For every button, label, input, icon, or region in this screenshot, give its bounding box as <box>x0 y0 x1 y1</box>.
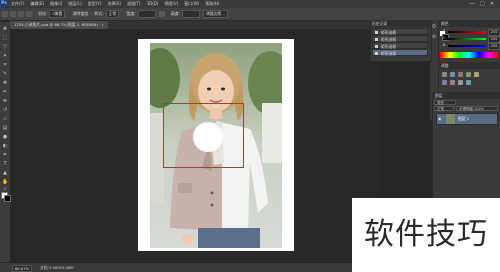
tools-panel: ✥ ⬚ ➰ ✦ ⌗ ✎ ✚ ✏ ⎈ ↺ ▱ ▤ ● ◐ ✒ T ▲ ✋ ⌕ <box>0 22 11 262</box>
history-item[interactable]: 矩形选框 <box>372 35 428 42</box>
lasso-tool-icon[interactable]: ➰ <box>2 44 8 50</box>
menu-file[interactable]: 文件(F) <box>11 0 24 8</box>
layers-panel-title: 图层 <box>432 92 500 99</box>
menu-layer[interactable]: 图层(L) <box>68 0 81 8</box>
selection-rectangle[interactable] <box>163 103 245 169</box>
path-select-icon[interactable]: ▲ <box>2 170 8 176</box>
visibility-eye-icon[interactable]: ◉ <box>438 116 442 121</box>
menu-type[interactable]: 类型(Y) <box>88 0 102 8</box>
swap-icon[interactable] <box>158 11 165 17</box>
close-window-button[interactable]: ✕ <box>490 0 494 8</box>
red-value-input[interactable]: 255 <box>488 29 500 36</box>
layer-thumbnail[interactable] <box>446 114 455 124</box>
exposure-adjustment-icon[interactable] <box>466 72 471 77</box>
dodge-tool-icon[interactable]: ◐ <box>2 143 8 149</box>
levels-adjustment-icon[interactable] <box>450 72 455 77</box>
black-white-icon[interactable] <box>458 80 463 85</box>
blend-mode-select[interactable]: 正常 <box>434 106 454 111</box>
close-tab-icon[interactable]: × <box>101 22 104 27</box>
feather-label: 羽化: <box>38 11 48 16</box>
subtract-selection-icon[interactable] <box>26 11 32 17</box>
adjustments-panel-title: 调整 <box>438 62 500 69</box>
layer-kind-filter[interactable]: 类型 <box>434 100 456 105</box>
move-tool-icon[interactable]: ✥ <box>2 26 8 32</box>
eyedropper-icon[interactable]: ✎ <box>2 71 8 77</box>
photo-filter-icon[interactable] <box>466 80 471 85</box>
color-balance-icon[interactable] <box>450 80 455 85</box>
menu-filter[interactable]: 滤镜(T) <box>127 0 141 8</box>
pen-tool-icon[interactable]: ✒ <box>2 152 8 158</box>
hand-tool-icon[interactable]: ✋ <box>2 179 8 185</box>
b-label: B <box>443 43 446 47</box>
history-item-active[interactable]: 矩形选框 <box>372 49 428 56</box>
add-selection-icon[interactable] <box>18 11 24 17</box>
photoshop-logo-icon: Ps <box>0 0 8 8</box>
brightness-adjustment-icon[interactable] <box>442 72 447 77</box>
antialias-checkbox[interactable]: 消除锯齿 <box>72 11 88 17</box>
new-selection-icon[interactable] <box>10 11 16 17</box>
watermark-text: 软件技巧 <box>352 198 500 272</box>
height-input[interactable] <box>182 10 201 18</box>
history-item[interactable]: 矩形选框 <box>372 28 428 35</box>
document-info[interactable]: 文档:3.08M/3.08M <box>40 263 74 272</box>
menu-select[interactable]: 选择(S) <box>107 0 121 8</box>
menu-help[interactable]: 帮助(H) <box>205 0 219 8</box>
history-state-icon <box>375 44 378 48</box>
curves-adjustment-icon[interactable] <box>458 72 463 77</box>
document-tab-title: 1234-小孩照片.psd @ 66.7%(图层 1, RGB/8#) <box>14 22 99 27</box>
minimize-button[interactable]: — <box>470 0 475 8</box>
blue-slider[interactable] <box>448 45 486 47</box>
blue-value-input[interactable]: 255 <box>488 43 500 50</box>
height-label: 高度: <box>170 11 181 16</box>
crop-tool-icon[interactable]: ⌗ <box>2 62 8 68</box>
brush-tool-icon[interactable]: ✏ <box>2 89 8 95</box>
eraser-tool-icon[interactable]: ▱ <box>2 116 8 122</box>
green-slider[interactable] <box>448 38 486 40</box>
healing-brush-icon[interactable]: ✚ <box>2 80 8 86</box>
width-label: 宽度: <box>126 11 136 16</box>
red-slider[interactable] <box>448 31 486 33</box>
history-state-icon <box>375 51 378 55</box>
gradient-tool-icon[interactable]: ▤ <box>2 125 8 131</box>
menu-window[interactable]: 窗口(W) <box>184 0 199 8</box>
clone-stamp-icon[interactable]: ⎈ <box>2 98 8 104</box>
g-label: G <box>443 36 446 40</box>
vibrance-adjustment-icon[interactable] <box>474 72 479 77</box>
background-color-swatch[interactable] <box>3 194 11 202</box>
color-spectrum-bar[interactable] <box>440 52 498 58</box>
marquee-tool-icon[interactable] <box>2 11 8 17</box>
hue-saturation-icon[interactable] <box>442 80 447 85</box>
opacity-field[interactable]: 不透明度:100% <box>456 106 498 111</box>
history-state-icon <box>375 30 378 34</box>
history-state-icon <box>375 37 378 41</box>
menu-edit[interactable]: 编辑(E) <box>30 0 44 8</box>
color-panel-title: 颜色 <box>438 20 500 27</box>
style-label: 样式: <box>94 11 104 16</box>
refine-edge-button[interactable]: 调整边缘... <box>203 10 228 18</box>
maximize-button[interactable]: □ <box>480 0 485 8</box>
magic-wand-icon[interactable]: ✦ <box>2 53 8 59</box>
history-item[interactable]: 矩形选框 <box>372 42 428 49</box>
feather-input[interactable]: 0像素 <box>49 10 66 18</box>
history-panel-title: 历史记录 <box>370 20 430 27</box>
green-value-input[interactable]: 255 <box>488 36 500 43</box>
menu-3d[interactable]: 3D(D) <box>147 0 159 8</box>
marquee-tool-icon[interactable]: ⬚ <box>2 35 8 41</box>
style-select[interactable]: 正常 <box>105 10 120 18</box>
width-input[interactable] <box>137 10 156 18</box>
menu-view[interactable]: 视图(V) <box>164 0 178 8</box>
zoom-field[interactable]: 66.67% <box>12 265 32 272</box>
blur-tool-icon[interactable]: ● <box>2 134 8 140</box>
type-tool-icon[interactable]: T <box>2 161 8 167</box>
menu-image[interactable]: 图像(I) <box>50 0 62 8</box>
menu-bar: Ps 文件(F) 编辑(E) 图像(I) 图层(L) 类型(Y) 选择(S) 滤… <box>0 0 500 8</box>
history-brush-icon[interactable]: ↺ <box>2 107 8 113</box>
r-label: R <box>443 29 446 33</box>
layer-name[interactable]: 图层 1 <box>458 116 469 122</box>
document-tab[interactable]: 1234-小孩照片.psd @ 66.7%(图层 1, RGB/8#) × <box>10 21 109 29</box>
